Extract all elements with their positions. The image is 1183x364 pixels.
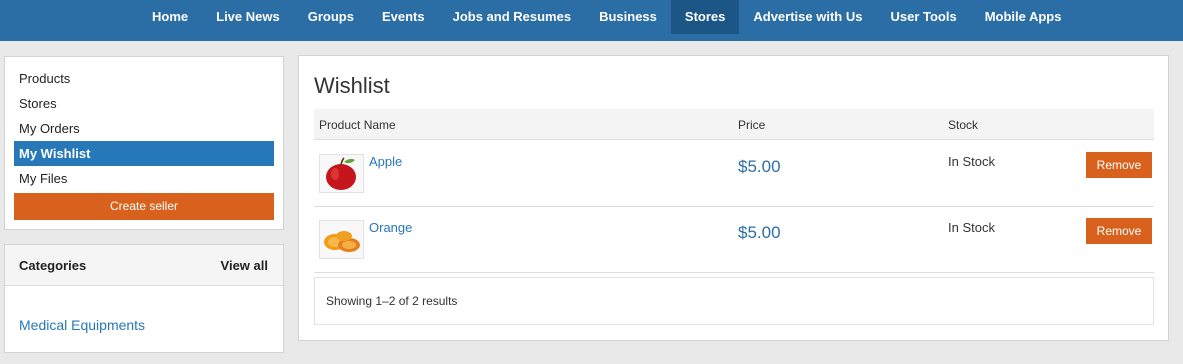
apple-image <box>319 154 364 193</box>
results-count-text: Showing 1–2 of 2 results <box>326 294 458 308</box>
menu-item-my-orders[interactable]: My Orders <box>14 116 274 141</box>
categories-title: Categories <box>19 258 87 273</box>
results-summary: Showing 1–2 of 2 results <box>314 277 1154 325</box>
nav-user-tools[interactable]: User Tools <box>876 0 970 34</box>
menu-item-my-files[interactable]: My Files <box>14 166 274 191</box>
menu-item-my-wishlist[interactable]: My Wishlist <box>14 141 274 166</box>
nav-business[interactable]: Business <box>585 0 671 34</box>
page-title: Wishlist <box>314 73 390 98</box>
table-row: Orange $5.00 In Stock Remove <box>314 207 1154 273</box>
nav-live-news[interactable]: Live News <box>202 0 294 34</box>
column-header-price: Price <box>738 118 766 132</box>
nav-stores[interactable]: Stores <box>670 0 740 34</box>
create-seller-button[interactable]: Create seller <box>14 193 274 220</box>
column-header-product-name: Product Name <box>319 118 396 132</box>
product-price: $5.00 <box>738 223 781 242</box>
nav-events[interactable]: Events <box>368 0 439 34</box>
table-header: Product Name Price Stock <box>314 109 1154 140</box>
column-header-stock: Stock <box>948 118 979 132</box>
nav-advertise-with-us[interactable]: Advertise with Us <box>739 0 876 34</box>
nav-home[interactable]: Home <box>138 0 202 34</box>
remove-button[interactable]: Remove <box>1086 152 1152 178</box>
orange-slices-image <box>319 220 364 259</box>
stock-status: In Stock <box>948 154 995 169</box>
account-menu-panel: Products Stores My Orders My Wishlist My… <box>4 56 284 230</box>
category-link-medical-equipments[interactable]: Medical Equipments <box>19 317 145 333</box>
menu-item-products[interactable]: Products <box>14 66 274 91</box>
wishlist-panel: Wishlist Product Name Price Stock Apple … <box>298 55 1169 341</box>
nav-jobs-and-resumes[interactable]: Jobs and Resumes <box>439 0 586 34</box>
table-row: Apple $5.00 In Stock Remove <box>314 141 1154 207</box>
stock-status: In Stock <box>948 220 995 235</box>
menu-item-stores[interactable]: Stores <box>14 91 274 116</box>
top-navigation-bar: Home Live News Groups Events Jobs and Re… <box>0 0 1183 41</box>
nav-groups[interactable]: Groups <box>294 0 368 34</box>
categories-header: Categories View all <box>5 245 283 286</box>
view-all-link[interactable]: View all <box>221 258 268 273</box>
product-price: $5.00 <box>738 157 781 176</box>
nav-mobile-apps[interactable]: Mobile Apps <box>971 0 1076 34</box>
remove-button[interactable]: Remove <box>1086 218 1152 244</box>
product-link-orange[interactable]: Orange <box>369 220 412 235</box>
product-link-apple[interactable]: Apple <box>369 154 402 169</box>
categories-panel: Categories View all Medical Equipments <box>4 244 284 353</box>
